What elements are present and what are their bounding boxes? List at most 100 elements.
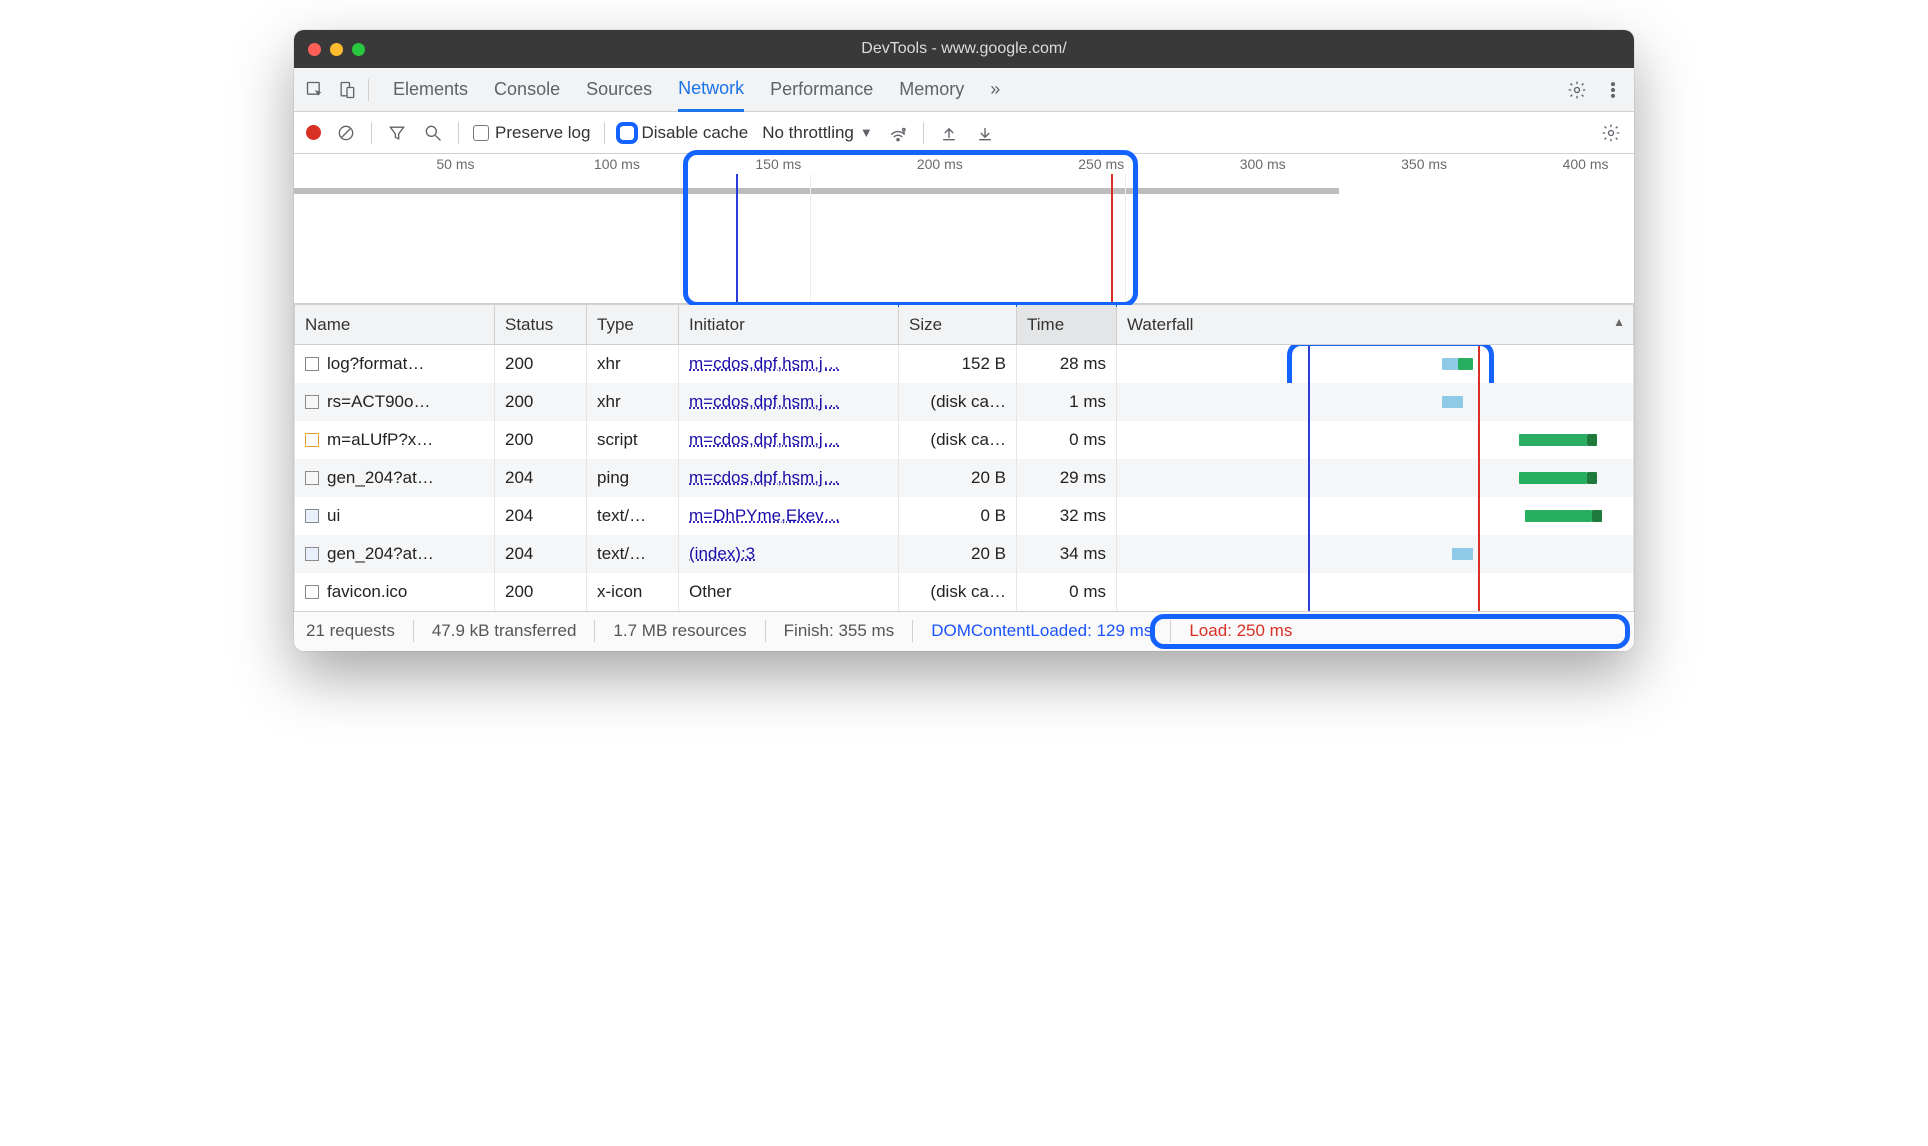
cell-name: gen_204?at… — [295, 459, 495, 497]
cell-type: text/… — [587, 535, 679, 573]
tab-memory[interactable]: Memory — [899, 68, 964, 111]
network-settings-icon[interactable] — [1600, 122, 1622, 144]
table-row[interactable]: favicon.ico 200 x-icon Other (disk ca… 0… — [295, 573, 1634, 611]
clear-icon[interactable] — [335, 122, 357, 144]
file-type-icon — [305, 357, 319, 371]
inspect-element-icon[interactable] — [304, 79, 326, 101]
tab-console[interactable]: Console — [494, 68, 560, 111]
titlebar: DevTools - www.google.com/ — [294, 30, 1634, 68]
waterfall-bar — [1587, 434, 1597, 446]
cell-time: 28 ms — [1017, 345, 1117, 383]
cell-status: 200 — [495, 421, 587, 459]
initiator-link[interactable]: m=cdos,dpf,hsm,j… — [689, 354, 840, 373]
device-toggle-icon[interactable] — [336, 79, 358, 101]
table-row[interactable]: gen_204?at… 204 ping m=cdos,dpf,hsm,j… 2… — [295, 459, 1634, 497]
cell-waterfall — [1117, 383, 1634, 421]
tabs-overflow[interactable]: » — [990, 68, 1000, 111]
timeline-overview[interactable]: 50 ms100 ms150 ms200 ms250 ms300 ms350 m… — [294, 154, 1634, 304]
divider — [368, 79, 369, 101]
tab-performance[interactable]: Performance — [770, 68, 873, 111]
table-row[interactable]: rs=ACT90o… 200 xhr m=cdos,dpf,hsm,j… (di… — [295, 383, 1634, 421]
cell-waterfall — [1117, 497, 1634, 535]
checkbox-icon — [619, 125, 635, 141]
file-type-icon — [305, 395, 319, 409]
cell-time: 32 ms — [1017, 497, 1117, 535]
divider — [923, 122, 924, 144]
window-title: DevTools - www.google.com/ — [294, 40, 1634, 58]
ruler-tick: 200 ms — [917, 156, 963, 172]
cell-waterfall — [1117, 459, 1634, 497]
load-line — [1478, 383, 1480, 421]
waterfall-track — [1117, 573, 1633, 611]
preserve-log-label: Preserve log — [495, 123, 590, 143]
dcl-line — [1308, 573, 1310, 611]
cell-size: (disk ca… — [899, 421, 1017, 459]
initiator-link[interactable]: m=cdos,dpf,hsm,j… — [689, 468, 840, 487]
initiator-link[interactable]: m=cdos,dpf,hsm,j… — [689, 392, 840, 411]
table-row[interactable]: gen_204?at… 204 text/… (index):3 20 B 34… — [295, 535, 1634, 573]
cell-time: 0 ms — [1017, 573, 1117, 611]
load-line — [1478, 497, 1480, 535]
search-icon[interactable] — [422, 122, 444, 144]
waterfall-track — [1117, 535, 1633, 573]
kebab-menu-icon[interactable] — [1602, 79, 1624, 101]
table-row[interactable]: ui 204 text/… m=DhPYme,Ekev… 0 B 32 ms — [295, 497, 1634, 535]
column-waterfall[interactable]: Waterfall▲ — [1117, 305, 1634, 345]
tab-network[interactable]: Network — [678, 69, 744, 112]
disable-cache-label: Disable cache — [641, 123, 748, 143]
download-har-icon[interactable] — [974, 122, 996, 144]
preserve-log-checkbox[interactable]: Preserve log — [473, 123, 590, 143]
cell-type: xhr — [587, 345, 679, 383]
cell-type: ping — [587, 459, 679, 497]
load-line — [1478, 535, 1480, 573]
initiator-link[interactable]: m=cdos,dpf,hsm,j… — [689, 430, 840, 449]
cell-name: log?format… — [295, 345, 495, 383]
cell-name: gen_204?at… — [295, 535, 495, 573]
cell-type: x-icon — [587, 573, 679, 611]
cell-size: 20 B — [899, 459, 1017, 497]
table-row[interactable]: m=aLUfP?x… 200 script m=cdos,dpf,hsm,j… … — [295, 421, 1634, 459]
column-status[interactable]: Status — [495, 305, 587, 345]
column-name[interactable]: Name — [295, 305, 495, 345]
cell-initiator: Other — [679, 573, 899, 611]
initiator-link[interactable]: (index):3 — [689, 544, 755, 563]
column-time[interactable]: Time — [1017, 305, 1117, 345]
cell-status: 204 — [495, 459, 587, 497]
ruler-tick: 300 ms — [1240, 156, 1286, 172]
cell-status: 200 — [495, 573, 587, 611]
upload-har-icon[interactable] — [938, 122, 960, 144]
divider — [371, 122, 372, 144]
cell-status: 204 — [495, 497, 587, 535]
cell-name: ui — [295, 497, 495, 535]
settings-icon[interactable] — [1566, 79, 1588, 101]
cell-initiator: m=cdos,dpf,hsm,j… — [679, 421, 899, 459]
column-type[interactable]: Type — [587, 305, 679, 345]
network-conditions-icon[interactable] — [887, 122, 909, 144]
tab-elements[interactable]: Elements — [393, 68, 468, 111]
disable-cache-checkbox[interactable]: Disable cache — [619, 123, 748, 143]
waterfall-bar — [1587, 472, 1597, 484]
cell-initiator: m=cdos,dpf,hsm,j… — [679, 459, 899, 497]
ruler-tick: 100 ms — [594, 156, 640, 172]
cell-status: 204 — [495, 535, 587, 573]
domcontentloaded-marker — [736, 174, 738, 303]
waterfall-track — [1117, 459, 1633, 497]
network-toolbar: Preserve log Disable cache No throttling… — [294, 112, 1634, 154]
cell-waterfall — [1117, 535, 1634, 573]
column-size[interactable]: Size — [899, 305, 1017, 345]
initiator-link[interactable]: m=DhPYme,Ekev… — [689, 506, 841, 525]
record-button[interactable] — [306, 125, 321, 140]
throttling-select[interactable]: No throttling ▼ — [762, 123, 873, 143]
cell-type: xhr — [587, 383, 679, 421]
dcl-line — [1308, 421, 1310, 459]
cell-name: favicon.ico — [295, 573, 495, 611]
cell-initiator: m=cdos,dpf,hsm,j… — [679, 383, 899, 421]
table-row[interactable]: log?format… 200 xhr m=cdos,dpf,hsm,j… 15… — [295, 345, 1634, 383]
column-initiator[interactable]: Initiator — [679, 305, 899, 345]
filter-icon[interactable] — [386, 122, 408, 144]
overview-activity-band — [294, 188, 1339, 194]
cell-size: (disk ca… — [899, 383, 1017, 421]
tab-sources[interactable]: Sources — [586, 68, 652, 111]
cell-initiator: (index):3 — [679, 535, 899, 573]
cell-time: 29 ms — [1017, 459, 1117, 497]
